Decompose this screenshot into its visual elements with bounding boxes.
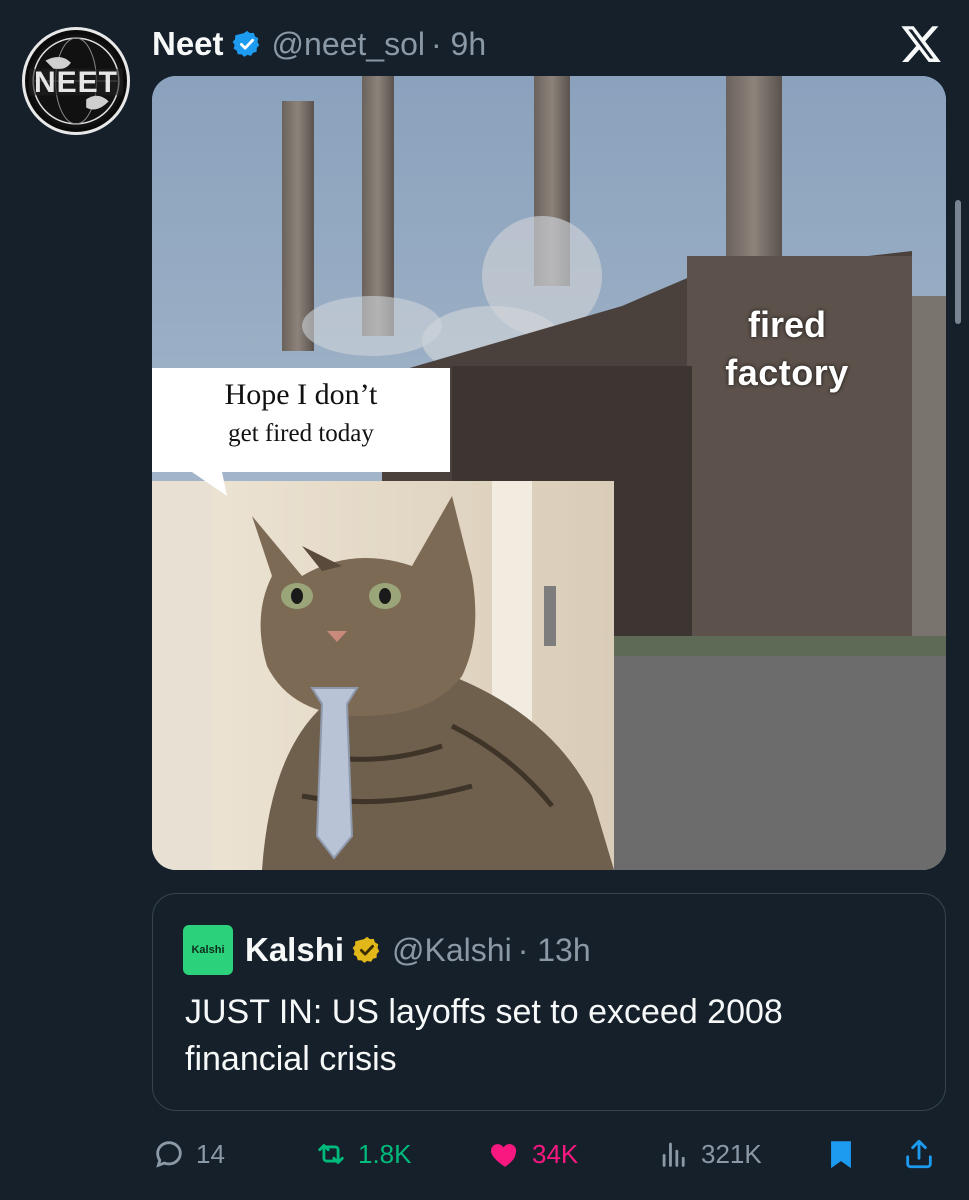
author-avatar[interactable]: NEET <box>22 27 130 135</box>
meme-caption-box: Hope I don’t get fired today <box>152 368 450 472</box>
kalshi-avatar[interactable]: Kalshi <box>183 925 233 975</box>
post-time[interactable]: · 9h <box>431 26 486 63</box>
reply-icon <box>156 1141 182 1168</box>
quoted-post-header: Kalshi Kalshi @Kalshi · 13h <box>183 925 591 975</box>
reply-count: 14 <box>196 1138 225 1169</box>
repost-count: 1.8K <box>358 1138 412 1169</box>
author-name[interactable]: Neet <box>152 25 224 63</box>
author-handle[interactable]: @neet_sol <box>272 26 425 63</box>
quoted-author-handle[interactable]: @Kalshi <box>392 932 512 969</box>
like-button[interactable]: 34K <box>488 1130 578 1178</box>
repost-button[interactable]: 1.8K <box>314 1130 412 1178</box>
quoted-post-time[interactable]: · 13h <box>518 932 591 969</box>
views-button[interactable]: 321K <box>657 1130 762 1178</box>
like-count: 34K <box>532 1138 579 1169</box>
quoted-post-text: JUST IN: US layoffs set to exceed 2008 f… <box>185 993 783 1078</box>
views-icon <box>662 1142 685 1167</box>
avatar-text: NEET <box>33 66 118 99</box>
post-image[interactable]: Hope I don’t get fired today fired facto… <box>152 76 946 870</box>
quoted-post[interactable]: Kalshi Kalshi @Kalshi · 13h JUST IN: US … <box>152 893 946 1111</box>
views-count: 321K <box>701 1138 762 1169</box>
post-header: Neet @neet_sol · 9h <box>152 22 486 66</box>
factory-label-line1: fired <box>747 304 826 345</box>
gold-verified-badge-icon <box>352 936 380 963</box>
quoted-author-name[interactable]: Kalshi <box>245 931 344 969</box>
bookmark-icon <box>831 1141 851 1169</box>
meme-caption-line1: Hope I don’t <box>224 378 378 411</box>
share-button[interactable] <box>902 1130 936 1178</box>
like-icon <box>490 1144 517 1167</box>
bookmark-button[interactable] <box>824 1130 858 1178</box>
meme-caption-line2: get fired today <box>228 420 374 447</box>
factory-label-line2: factory <box>725 352 849 393</box>
reply-button[interactable]: 14 <box>152 1130 225 1178</box>
share-icon <box>906 1139 932 1169</box>
action-bar: 14 1.8K 34K 321K <box>152 1130 946 1178</box>
x-logo-icon[interactable] <box>899 22 943 66</box>
scrollbar[interactable] <box>955 200 961 324</box>
repost-icon <box>318 1144 344 1164</box>
factory-label: fired factory <box>707 304 867 394</box>
meme-illustration <box>152 76 946 870</box>
verified-badge-icon <box>232 30 259 57</box>
